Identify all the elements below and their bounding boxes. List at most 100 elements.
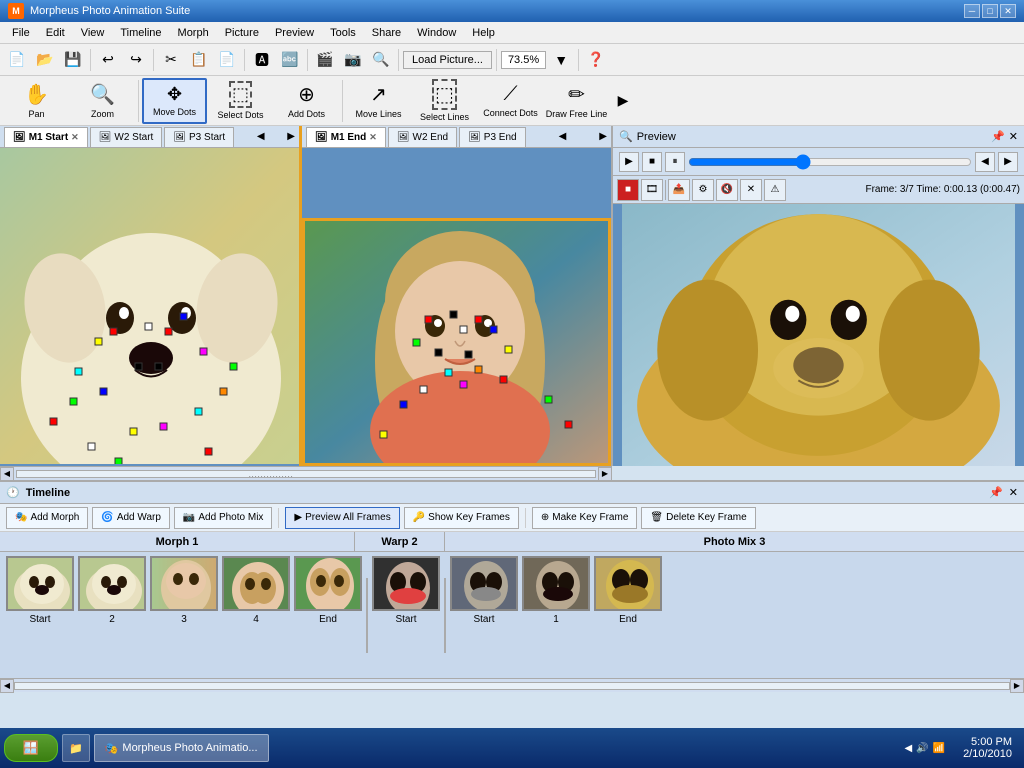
- bottom-scrollbar[interactable]: ◀ ▶: [0, 678, 1024, 692]
- menu-tools[interactable]: Tools: [322, 25, 364, 41]
- frame-pm3-start[interactable]: Start: [450, 556, 518, 625]
- tools-more[interactable]: ▶: [610, 88, 636, 114]
- copy-button[interactable]: 📋: [186, 47, 212, 73]
- select-dots-tool[interactable]: ⬚ Select Dots: [208, 78, 273, 124]
- tab-m1-end[interactable]: 🖼 M1 End ✕: [306, 127, 386, 147]
- menu-help[interactable]: Help: [464, 25, 503, 41]
- tab-nav-left[interactable]: ◀: [257, 131, 265, 142]
- start-button[interactable]: 🪟: [4, 734, 58, 762]
- minimize-button[interactable]: ─: [964, 4, 980, 18]
- timeline-pin[interactable]: 📌: [989, 486, 1003, 499]
- add-morph-button[interactable]: 🎭 Add Morph: [6, 507, 88, 529]
- make-key-button[interactable]: ⊕ Make Key Frame: [532, 507, 638, 529]
- connect-dots-tool[interactable]: ⟋ Connect Dots: [478, 78, 543, 124]
- pv-mute-button[interactable]: 🔇: [716, 179, 738, 201]
- new-button[interactable]: 📄: [4, 47, 30, 73]
- menu-morph[interactable]: Morph: [170, 25, 217, 41]
- load-picture-button[interactable]: Load Picture...: [403, 51, 492, 69]
- stop-button[interactable]: ■: [642, 152, 662, 172]
- preview-close[interactable]: ✕: [1009, 130, 1018, 143]
- menu-timeline[interactable]: Timeline: [112, 25, 169, 41]
- find-button[interactable]: 🔍: [368, 47, 394, 73]
- menu-preview[interactable]: Preview: [267, 25, 322, 41]
- scroll-left-btn[interactable]: ◀: [0, 467, 14, 481]
- move-lines-tool[interactable]: ↗ Move Lines: [346, 78, 411, 124]
- pv-export-button[interactable]: 📤: [668, 179, 690, 201]
- frame-4-label: 4: [253, 614, 259, 625]
- text-button[interactable]: 🅰: [249, 47, 275, 73]
- skip-back-button[interactable]: ◀: [975, 152, 995, 172]
- delete-key-button[interactable]: 🗑 Delete Key Frame: [641, 507, 755, 529]
- add-dots-tool[interactable]: ⊕ Add Dots: [274, 78, 339, 124]
- taskbar-explorer[interactable]: 📁: [62, 734, 90, 762]
- tab-close[interactable]: ✕: [71, 132, 79, 143]
- pan-tool[interactable]: ✋ Pan: [4, 78, 69, 124]
- tab-nav-mid-left[interactable]: ◀: [559, 131, 567, 142]
- pv-color-button[interactable]: ■: [617, 179, 639, 201]
- preview-all-button[interactable]: ▶ Preview All Frames: [285, 507, 399, 529]
- tab-p3-end[interactable]: 🖼 P3 End: [459, 127, 526, 147]
- timeline-close[interactable]: ✕: [1009, 486, 1018, 499]
- tab-nav-mid-right[interactable]: ▶: [599, 131, 607, 142]
- frame-m1-3[interactable]: 3: [150, 556, 218, 625]
- menu-share[interactable]: Share: [364, 25, 409, 41]
- frame-m1-start[interactable]: Start: [6, 556, 74, 625]
- playback-slider[interactable]: [688, 154, 972, 170]
- frame-m1-2[interactable]: 2: [78, 556, 146, 625]
- bottom-scroll-left[interactable]: ◀: [0, 679, 14, 693]
- tab-close-mid[interactable]: ✕: [369, 132, 377, 143]
- menu-edit[interactable]: Edit: [38, 25, 73, 41]
- draw-free-tool[interactable]: ✏ Draw Free Line: [544, 78, 609, 124]
- skip-forward-button[interactable]: ▶: [998, 152, 1018, 172]
- tray-arrow[interactable]: ◀: [904, 743, 912, 754]
- pause-button[interactable]: ⏸: [665, 152, 685, 172]
- select-lines-tool[interactable]: ⬚ Select Lines: [412, 78, 477, 124]
- restore-button[interactable]: □: [982, 4, 998, 18]
- frame-w2-start[interactable]: Start: [372, 556, 440, 625]
- zoom-tool[interactable]: 🔍 Zoom: [70, 78, 135, 124]
- undo-button[interactable]: ↩: [95, 47, 121, 73]
- workspace-scrollbar[interactable]: ◀ ··············· ▶: [0, 466, 612, 480]
- bottom-scroll-right[interactable]: ▶: [1010, 679, 1024, 693]
- add-warp-button[interactable]: 🌀 Add Warp: [92, 507, 170, 529]
- render-button[interactable]: 🎬: [312, 47, 338, 73]
- redo-button[interactable]: ↪: [123, 47, 149, 73]
- paste-button[interactable]: 📄: [214, 47, 240, 73]
- taskbar-clock[interactable]: 5:00 PM 2/10/2010: [955, 736, 1020, 760]
- tab-nav-right[interactable]: ▶: [287, 131, 295, 142]
- tab-p3-start[interactable]: 🖼 P3 Start: [164, 127, 234, 147]
- zoom-dropdown[interactable]: ▼: [548, 47, 574, 73]
- photo-button[interactable]: 📷: [340, 47, 366, 73]
- menu-file[interactable]: File: [4, 25, 38, 41]
- frame-3-label: 3: [181, 614, 187, 625]
- add-photo-button[interactable]: 📷 Add Photo Mix: [174, 507, 273, 529]
- pv-warn-button[interactable]: ⚠: [764, 179, 786, 201]
- pv-film-button[interactable]: 🎞: [641, 179, 663, 201]
- help-button[interactable]: ❓: [583, 47, 609, 73]
- explorer-icon: 📁: [69, 742, 83, 755]
- frame-m1-4[interactable]: 4: [222, 556, 290, 625]
- open-button[interactable]: 📂: [32, 47, 58, 73]
- tab-w2-start[interactable]: 🖼 W2 Start: [90, 127, 163, 147]
- menu-picture[interactable]: Picture: [217, 25, 267, 41]
- frame-pm3-1[interactable]: 1: [522, 556, 590, 625]
- close-button[interactable]: ✕: [1000, 4, 1016, 18]
- tab-m1-start[interactable]: 🖼 M1 Start ✕: [4, 127, 88, 147]
- menu-window[interactable]: Window: [409, 25, 464, 41]
- pv-delete-button[interactable]: ✕: [740, 179, 762, 201]
- show-key-frames-button[interactable]: 🔑 Show Key Frames: [404, 507, 519, 529]
- preview-pin[interactable]: 📌: [991, 130, 1005, 143]
- frame-m1-end[interactable]: End: [294, 556, 362, 625]
- zoom-label: Zoom: [91, 109, 114, 119]
- cut-button[interactable]: ✂: [158, 47, 184, 73]
- play-button[interactable]: ▶: [619, 152, 639, 172]
- taskbar-morpheus[interactable]: 🎭 Morpheus Photo Animatio...: [94, 734, 269, 762]
- scroll-right-btn[interactable]: ▶: [598, 467, 612, 481]
- frame-pm3-end[interactable]: End: [594, 556, 662, 625]
- pv-settings-button[interactable]: ⚙: [692, 179, 714, 201]
- save-button[interactable]: 💾: [60, 47, 86, 73]
- move-dots-tool[interactable]: ✥ Move Dots: [142, 78, 207, 124]
- font-button[interactable]: 🔤: [277, 47, 303, 73]
- menu-view[interactable]: View: [73, 25, 113, 41]
- tab-w2-end[interactable]: 🖼 W2 End: [388, 127, 457, 147]
